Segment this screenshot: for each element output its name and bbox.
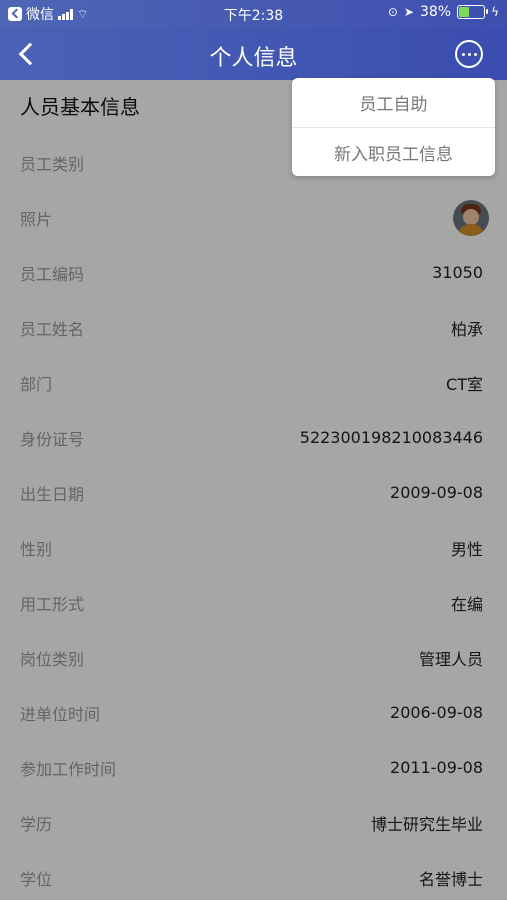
screen: 微信 ⌔ 下午2:38 ⊙ ➤ 38% ϟ 个人信息 人员基本信息 员工类别 照片… [0,0,507,900]
orientation-lock-icon: ⊙ [387,5,398,19]
more-dot-icon [473,52,477,56]
battery-icon [457,5,489,19]
more-dot-icon [467,52,471,56]
page-title: 个人信息 [209,46,298,71]
charging-icon: ϟ [491,5,499,19]
more-options-button[interactable] [455,40,483,68]
status-bar: 微信 ⌔ 下午2:38 ⊙ ➤ 38% ϟ [0,0,507,28]
status-right: ⊙ ➤ 38% ϟ [388,4,499,20]
menu-item-employee-self-service[interactable]: 员工自助 [292,78,495,127]
location-icon: ➤ [403,5,414,19]
battery-percent: 38% [419,4,452,20]
menu-item-new-employee-info[interactable]: 新入职员工信息 [292,127,495,177]
dim-overlay[interactable] [0,80,507,900]
navbar: 个人信息 [0,28,507,80]
more-dot-icon [461,52,465,56]
dropdown-menu: 员工自助 新入职员工信息 [292,78,495,176]
